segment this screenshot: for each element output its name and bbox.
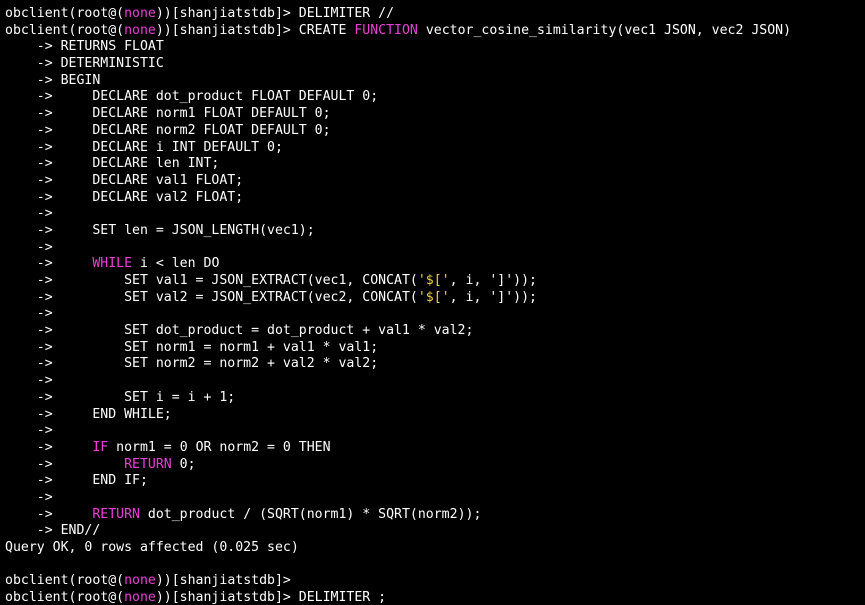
terminal-text: -> BEGIN xyxy=(5,72,101,88)
terminal-text: -> END// xyxy=(5,523,101,539)
terminal-line: -> SET len = JSON_LENGTH(vec1); xyxy=(5,223,865,240)
keyword-text: none xyxy=(124,590,156,605)
terminal-line: -> DECLARE val1 FLOAT; xyxy=(5,173,865,190)
terminal-line: -> xyxy=(5,306,865,323)
terminal-line: -> SET dot_product = dot_product + val1 … xyxy=(5,323,865,340)
terminal-text: -> DECLARE i INT DEFAULT 0; xyxy=(5,139,283,155)
terminal-line: -> DECLARE i INT DEFAULT 0; xyxy=(5,140,865,157)
terminal-text: -> SET i = i + 1; xyxy=(5,389,236,405)
terminal-text: norm1 = 0 OR norm2 = 0 THEN xyxy=(108,439,331,455)
terminal-text: 0; xyxy=(171,456,196,472)
terminal-line: obclient(root@(none))[shanjiatstdb]> xyxy=(5,573,865,590)
terminal-text: Query OK, 0 rows affected (0.025 sec) xyxy=(5,540,299,555)
terminal-line: -> DECLARE val2 FLOAT; xyxy=(5,190,865,207)
terminal-line: -> xyxy=(5,373,865,390)
keyword-text: none xyxy=(124,22,156,38)
terminal-line: -> SET norm1 = norm1 + val1 * val1; xyxy=(5,340,865,357)
terminal-text: ))[shanjiatstdb]> xyxy=(155,573,291,589)
terminal-text: -> DECLARE val2 FLOAT; xyxy=(5,189,244,205)
terminal-line: -> BEGIN xyxy=(5,73,865,90)
terminal-text: -> xyxy=(5,206,53,222)
keyword-text: FUNCTION xyxy=(354,22,418,38)
terminal-line: -> END WHILE; xyxy=(5,407,865,424)
terminal-line: -> RETURN 0; xyxy=(5,457,865,474)
terminal-text: -> xyxy=(5,456,125,472)
terminal-text: vector_cosine_similarity(vec1 JSON, vec2… xyxy=(417,22,792,38)
terminal-line: -> DETERMINISTIC xyxy=(5,56,865,73)
terminal-line: -> xyxy=(5,490,865,507)
terminal-text: i < len DO xyxy=(132,256,220,272)
terminal-line: -> SET i = i + 1; xyxy=(5,390,865,407)
terminal-line: -> WHILE i < len DO xyxy=(5,256,865,273)
terminal-line: obclient(root@(none))[shanjiatstdb]> DEL… xyxy=(5,590,865,605)
terminal-line: -> RETURN dot_product / (SQRT(norm1) * S… xyxy=(5,507,865,524)
keyword-text: none xyxy=(124,573,156,589)
terminal-line: -> SET norm2 = norm2 + val2 * val2; xyxy=(5,356,865,373)
terminal-text: -> SET norm2 = norm2 + val2 * val2; xyxy=(5,356,379,372)
terminal-text: -> SET len = JSON_LENGTH(vec1); xyxy=(5,222,315,238)
terminal-text: -> DECLARE len INT; xyxy=(5,156,220,172)
keyword-text: RETURN xyxy=(124,456,172,472)
terminal-line: -> xyxy=(5,423,865,440)
keyword-text: IF xyxy=(92,439,109,455)
terminal-text: -> xyxy=(5,506,93,522)
terminal-text: -> SET val2 = JSON_EXTRACT(vec2, CONCAT( xyxy=(5,289,418,305)
keyword-text: none xyxy=(124,6,156,21)
terminal-line: -> xyxy=(5,206,865,223)
terminal-text: obclient(root@( xyxy=(5,590,125,605)
terminal-text: -> xyxy=(5,239,53,255)
terminal-line: -> xyxy=(5,240,865,257)
terminal-text: -> SET val1 = JSON_EXTRACT(vec1, CONCAT( xyxy=(5,273,418,288)
terminal-text: -> RETURNS FLOAT xyxy=(5,39,164,55)
terminal-text: -> DECLARE val1 FLOAT; xyxy=(5,172,244,188)
terminal-text: -> END WHILE; xyxy=(5,406,172,422)
terminal-text: ))[shanjiatstdb]> CREATE xyxy=(155,22,355,38)
string-literal-text: '$[' xyxy=(417,289,450,305)
terminal-text: -> xyxy=(5,373,53,389)
terminal-text: -> SET norm1 = norm1 + val1 * val1; xyxy=(5,339,379,355)
terminal-line: -> DECLARE norm2 FLOAT DEFAULT 0; xyxy=(5,123,865,140)
terminal-line: -> END// xyxy=(5,523,865,540)
terminal-text: obclient(root@( xyxy=(5,573,125,589)
terminal-text: -> xyxy=(5,439,93,455)
terminal-line: obclient(root@(none))[shanjiatstdb]> CRE… xyxy=(5,23,865,40)
terminal-line: -> DECLARE dot_product FLOAT DEFAULT 0; xyxy=(5,89,865,106)
terminal-line: -> RETURNS FLOAT xyxy=(5,39,865,56)
keyword-text: RETURN xyxy=(92,506,140,522)
terminal-window[interactable]: obclient(root@(none))[shanjiatstdb]> DEL… xyxy=(0,0,865,605)
terminal-text: , i, ']')); xyxy=(449,273,537,288)
terminal-text: obclient(root@( xyxy=(5,22,125,38)
terminal-line: -> END IF; xyxy=(5,473,865,490)
terminal-text: -> END IF; xyxy=(5,473,148,489)
terminal-text: ))[shanjiatstdb]> DELIMITER ; xyxy=(155,590,387,605)
terminal-line: -> SET val2 = JSON_EXTRACT(vec2, CONCAT(… xyxy=(5,290,865,307)
terminal-text: ))[shanjiatstdb]> DELIMITER // xyxy=(155,6,395,21)
terminal-text: -> DECLARE norm2 FLOAT DEFAULT 0; xyxy=(5,122,331,138)
terminal-line: Query OK, 0 rows affected (0.025 sec) xyxy=(5,540,865,557)
terminal-text: dot_product / (SQRT(norm1) * SQRT(norm2)… xyxy=(139,506,482,522)
terminal-text: , i, ']')); xyxy=(449,289,537,305)
terminal-line: -> DECLARE norm1 FLOAT DEFAULT 0; xyxy=(5,106,865,123)
terminal-text: -> DECLARE dot_product FLOAT DEFAULT 0; xyxy=(5,89,379,105)
terminal-line: obclient(root@(none))[shanjiatstdb]> DEL… xyxy=(5,6,865,23)
terminal-text: -> xyxy=(5,489,53,505)
terminal-text: -> xyxy=(5,256,93,272)
string-literal-text: '$[' xyxy=(417,273,450,288)
keyword-text: WHILE xyxy=(92,256,133,272)
terminal-text: -> xyxy=(5,306,53,322)
terminal-text: obclient(root@( xyxy=(5,6,125,21)
terminal-line: -> IF norm1 = 0 OR norm2 = 0 THEN xyxy=(5,440,865,457)
terminal-line: -> DECLARE len INT; xyxy=(5,156,865,173)
terminal-text: -> DETERMINISTIC xyxy=(5,56,164,72)
terminal-text: -> SET dot_product = dot_product + val1 … xyxy=(5,323,474,339)
terminal-text: -> xyxy=(5,423,53,439)
terminal-text: -> DECLARE norm1 FLOAT DEFAULT 0; xyxy=(5,106,331,122)
terminal-line: -> SET val1 = JSON_EXTRACT(vec1, CONCAT(… xyxy=(5,273,865,290)
